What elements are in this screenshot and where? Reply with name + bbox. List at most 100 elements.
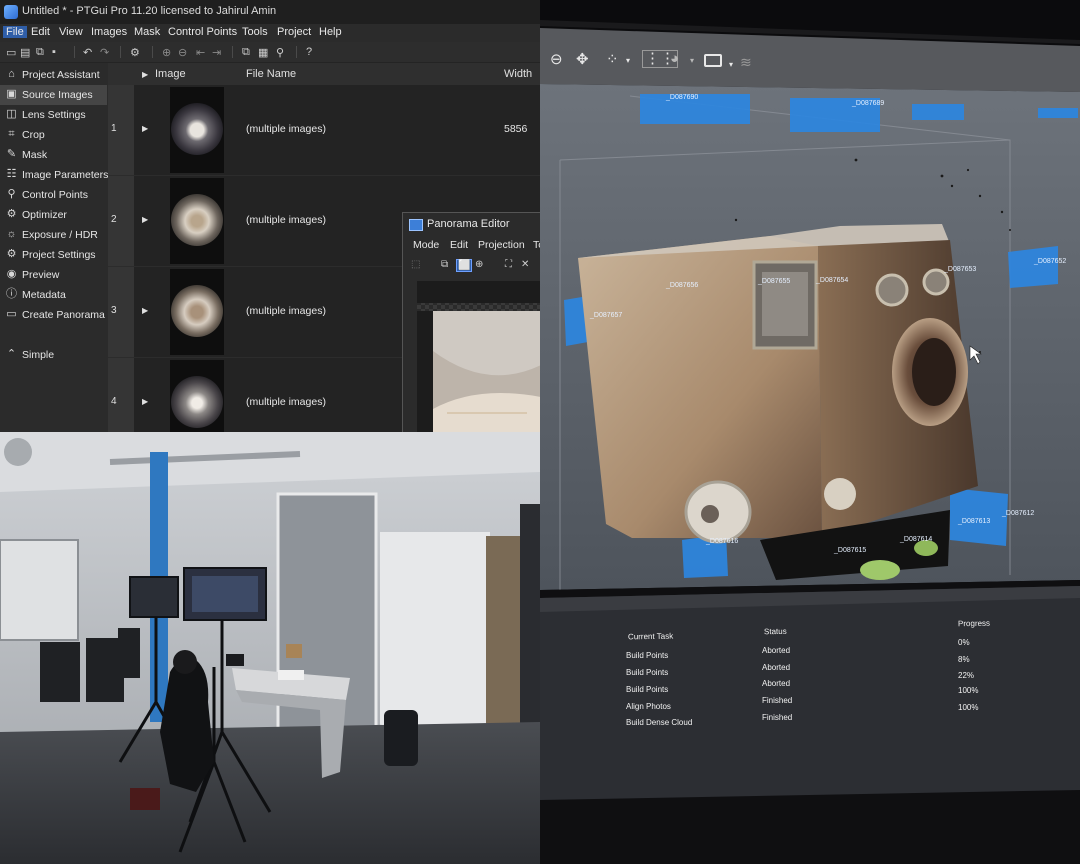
camera-label: _D087612 [1002,510,1035,517]
task-progress: 100% [958,703,979,712]
metashape-viewport [540,0,1080,864]
location-icon[interactable]: ⚲ [276,46,284,59]
panorama-preview[interactable] [417,281,540,432]
house-icon: ⌂ [8,68,15,80]
expand-row-arrow-icon[interactable]: ▶ [142,397,148,406]
sidebar-item-crop[interactable]: ⌗ Crop [0,125,107,145]
point-cloud-icon[interactable]: ⁘ [606,50,619,68]
chevron-down-icon[interactable]: ▾ [626,56,630,65]
image-thumbnail [170,87,224,173]
reset-icon[interactable]: ✕ [521,259,529,270]
fit-icon[interactable]: ⛶ [505,259,512,270]
expand-row-arrow-icon[interactable]: ▶ [142,215,148,224]
open-project-icon[interactable]: ▤ [20,46,30,59]
task-status: Finished [762,713,793,722]
ptgui-window: Untitled * - PTGui Pro 11.20 licensed to… [0,0,540,432]
expand-row-arrow-icon[interactable]: ▶ [142,124,148,133]
sidebar-item-label: Exposure / HDR [22,229,98,241]
task-progress: 100% [958,686,979,695]
simple-mode-toggle[interactable]: ⌃ Simple [0,345,107,365]
sliders-icon: ☷ [6,168,17,180]
column-header-image[interactable]: Image [155,68,186,80]
warp-icon[interactable]: ⬜ [456,259,473,272]
window-title: Untitled * - PTGui Pro 11.20 licensed to… [22,5,277,17]
tasks-header-current-task: Current Task [627,631,674,642]
task-name: Align Photos [626,702,671,711]
image-thumbnail [170,178,224,264]
panorama-editor-icon[interactable]: ⧉ [242,46,250,59]
menu-images[interactable]: Images [91,26,127,38]
camera-icon[interactable] [704,54,722,67]
task-status: Aborted [762,646,791,655]
sidebar-item-lens-settings[interactable]: ◫ Lens Settings [0,105,107,125]
select-icon[interactable]: ⬚ [411,259,420,270]
row-number: 2 [111,214,117,225]
crosshair-icon[interactable]: ⊕ [475,259,483,270]
sidebar-item-preview[interactable]: ◉ Preview [0,265,107,285]
sidebar-item-project-assistant[interactable]: ⌂ Project Assistant [0,65,107,85]
menu-help[interactable]: Help [319,26,342,38]
row-number-cell: 4 [108,358,134,432]
undo-icon[interactable]: ↶ [83,46,92,59]
settings-icon[interactable]: ⚙ [130,46,140,59]
camera-label: _D087615 [834,547,867,554]
new-project-icon[interactable]: ▭ [6,46,16,59]
row-number-cell: 2 [108,176,134,266]
chevron-down-icon[interactable]: ▾ [729,60,733,69]
sidebar-item-control-points[interactable]: ⚲ Control Points [0,185,107,205]
pe-menu-projection[interactable]: Projection [478,239,525,251]
expand-row-arrow-icon[interactable]: ▶ [142,306,148,315]
redo-icon[interactable]: ↷ [100,46,109,59]
menu-tools[interactable]: Tools [242,26,268,38]
sidebar-item-image-parameters[interactable]: ☷ Image Parameters [0,165,109,185]
menu-file[interactable]: File [3,26,27,38]
sidebar-item-project-settings[interactable]: ⚙ Project Settings [0,245,107,265]
chevron-down-icon[interactable]: ▾ [690,56,694,65]
navigation-icon[interactable]: ✥ [576,50,589,68]
menu-project[interactable]: Project [277,26,311,38]
gear-icon: ⚙ [6,248,17,260]
sidebar-item-optimizer[interactable]: ⚙ Optimizer [0,205,107,225]
task-name: Build Dense Cloud [626,718,693,727]
menu-mask[interactable]: Mask [134,26,160,38]
menu-control-points[interactable]: Control Points [168,26,237,38]
menu-view[interactable]: View [59,26,83,38]
next-icon[interactable]: ⇥ [212,46,221,59]
zoom-out-icon[interactable]: ⊖ [178,46,187,59]
table-icon[interactable]: ▦ [258,46,268,59]
sidebar-item-label: Lens Settings [22,109,86,121]
sidebar-item-label: Optimizer [22,209,67,221]
toolbar: ▭ ▤ ⧉ ▪ ↶ ↷ ⚙ ⊕ ⊖ ⇤ ⇥ ⧉ ▦ ⚲ ? [0,42,540,63]
copy-icon[interactable]: ⧉ [36,46,44,59]
file-name-cell: (multiple images) [246,123,326,135]
sidebar-item-metadata[interactable]: ⓘ Metadata [0,285,107,305]
previous-icon[interactable]: ⇤ [196,46,205,59]
camera-label: _D087613 [958,518,991,525]
tasks-header-status: Status [763,626,787,637]
pe-menu-tools[interactable]: To [533,239,540,251]
sidebar-item-label: Preview [22,269,60,281]
camera-label: _D087652 [1034,258,1067,265]
zoom-out-icon[interactable]: ⊖ [550,50,563,68]
column-header-width[interactable]: Width [504,68,532,80]
save-icon[interactable]: ▪ [52,46,56,58]
panorama-editor-app-icon [409,219,423,231]
images-icon[interactable]: ⧉ [441,259,448,270]
zoom-in-icon[interactable]: ⊕ [162,46,171,59]
model-shaded-icon[interactable]: ◕ [670,50,679,67]
sidebar-item-create-panorama[interactable]: ▭ Create Panorama [0,305,107,325]
expand-all-arrow-icon[interactable]: ▶ [142,70,148,79]
menu-edit[interactable]: Edit [31,26,50,38]
column-header-file-name[interactable]: File Name [246,68,296,80]
sidebar-item-label: Source Images [22,89,93,101]
sidebar-item-mask[interactable]: ✎ Mask [0,145,107,165]
table-row[interactable]: 1 ▶ (multiple images) 5856 [108,85,540,176]
pe-menu-mode[interactable]: Mode [413,239,439,251]
panorama-editor-window: Panorama Editor Mode Edit Projection To … [402,212,540,432]
pe-menu-edit[interactable]: Edit [450,239,468,251]
sidebar-item-label: Project Assistant [22,69,100,81]
sidebar-item-source-images[interactable]: ▣ Source Images [0,85,107,105]
layers-icon[interactable]: ≋ [740,54,752,71]
sidebar-item-exposure-hdr[interactable]: ☼ Exposure / HDR [0,225,107,245]
help-icon[interactable]: ? [306,46,312,58]
